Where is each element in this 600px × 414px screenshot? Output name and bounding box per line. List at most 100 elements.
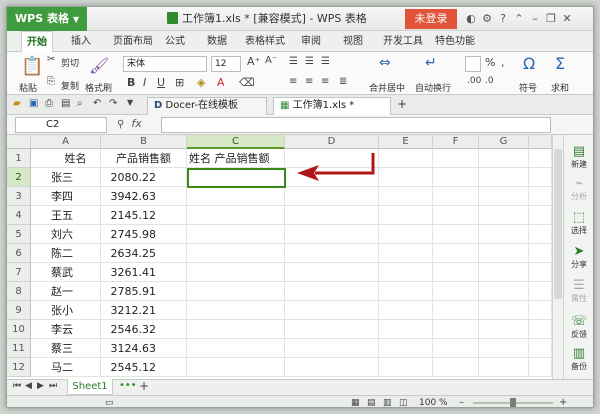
help-icon[interactable]: ? <box>495 7 511 31</box>
insert-function-button[interactable]: fx <box>131 117 141 130</box>
chevron-down-icon[interactable]: ▼ <box>127 98 133 107</box>
panel-backup[interactable]: ▥ 备份 <box>564 347 593 372</box>
comma-style-icon[interactable]: , <box>501 56 505 69</box>
wps-menu-button[interactable]: WPS 表格 ▼ <box>7 7 87 31</box>
align-bottom-icon[interactable]: ☰ <box>321 56 330 67</box>
folder-icon[interactable]: ▰ <box>13 98 21 109</box>
undo-icon[interactable]: ↶ <box>93 98 101 109</box>
tab-formulas[interactable]: 公式 <box>165 31 185 52</box>
tab-table-style[interactable]: 表格样式 <box>245 31 285 52</box>
print-preview-icon[interactable]: ▤ <box>61 98 70 109</box>
font-name-select[interactable]: 宋体 <box>123 56 207 72</box>
tab-special[interactable]: 特色功能 <box>435 31 475 52</box>
page-layout-view-icon[interactable]: ▤ <box>367 397 376 407</box>
tab-review[interactable]: 审阅 <box>301 31 321 52</box>
tab-home[interactable]: 开始 <box>21 31 53 53</box>
tab-insert[interactable]: 插入 <box>71 31 91 52</box>
decrease-decimal-icon[interactable]: .0 <box>485 76 494 86</box>
panel-share[interactable]: ➤ 分享 <box>564 245 593 270</box>
font-shrink-icon[interactable]: A⁻ <box>265 55 277 66</box>
merge-center-icon[interactable]: ⇔ <box>379 55 391 71</box>
increase-decimal-icon[interactable]: .00 <box>467 76 481 86</box>
number-format-select[interactable] <box>465 56 481 72</box>
italic-icon[interactable]: I <box>143 76 146 89</box>
close-icon[interactable]: ✕ <box>559 7 575 31</box>
symbol-button[interactable]: 符号 <box>519 81 537 94</box>
normal-view-icon[interactable]: ▦ <box>351 397 360 407</box>
redo-icon[interactable]: ↷ <box>109 98 117 109</box>
more-sheets-icon[interactable]: ••• <box>119 380 137 391</box>
sheet-tab-bar: ⏮ ◀ ▶ ⏭ Sheet1 ••• + <box>7 379 593 395</box>
last-sheet-icon[interactable]: ⏭ <box>49 381 57 391</box>
wrap-text-icon[interactable]: ↵ <box>425 55 437 71</box>
copy-button[interactable]: 复制 <box>61 79 79 92</box>
copy-icon: ⎘ <box>47 76 55 87</box>
merge-center-button[interactable]: 合并居中 <box>369 81 405 94</box>
fill-color-icon[interactable]: ◈ <box>197 76 205 89</box>
sum-button[interactable]: 求和 <box>551 81 569 94</box>
align-center-icon[interactable]: ≡ <box>305 76 313 87</box>
percent-icon[interactable]: % <box>485 56 495 69</box>
tab-docer[interactable]: D Docer-在线模板 <box>147 97 267 115</box>
first-sheet-icon[interactable]: ⏮ <box>13 381 21 391</box>
prev-sheet-icon[interactable]: ◀ <box>25 381 32 391</box>
vertical-scrollbar[interactable] <box>552 135 563 379</box>
page-break-view-icon[interactable]: ▥ <box>383 397 392 407</box>
scroll-thumb[interactable] <box>554 149 562 299</box>
font-grow-icon[interactable]: A⁺ <box>247 55 260 68</box>
ribbon-toggle-icon[interactable]: ⌃ <box>511 7 527 31</box>
zoom-in-icon[interactable]: + <box>559 396 567 407</box>
skin-icon[interactable]: ◐ <box>463 7 479 31</box>
justify-icon[interactable]: ≣ <box>339 76 347 87</box>
maximize-icon[interactable]: ❐ <box>543 7 559 31</box>
align-middle-icon[interactable]: ☰ <box>305 56 314 67</box>
border-icon[interactable]: ⊞ <box>175 76 184 89</box>
align-left-icon[interactable]: ≡ <box>289 76 297 87</box>
settings-icon[interactable]: ⚙ <box>479 7 495 31</box>
format-painter-icon[interactable]: 🖌 <box>89 56 109 75</box>
wrap-text-button[interactable]: 自动换行 <box>415 81 451 94</box>
cut-button[interactable]: 剪切 <box>61 56 79 69</box>
zoom-out-icon[interactable]: – <box>459 396 464 407</box>
font-color-icon[interactable]: A <box>217 76 225 89</box>
tab-view[interactable]: 视图 <box>343 31 363 52</box>
next-sheet-icon[interactable]: ▶ <box>37 381 44 391</box>
clear-format-icon[interactable]: ⌫ <box>239 76 255 89</box>
bold-icon[interactable]: B <box>127 76 135 89</box>
preview-icon[interactable]: ⌕ <box>77 98 83 109</box>
add-sheet-icon[interactable]: + <box>139 379 149 393</box>
formula-input[interactable] <box>161 117 551 133</box>
tab-workbook[interactable]: ▦ 工作簿1.xls * <box>273 97 391 115</box>
panel-feedback[interactable]: ☏ 反馈 <box>564 315 593 340</box>
zoom-formula-icon[interactable]: ⚲ <box>117 119 124 130</box>
panel-new[interactable]: ▤ 新建 <box>564 145 593 170</box>
minimize-icon[interactable]: – <box>527 7 543 31</box>
sum-icon[interactable]: Σ <box>555 54 565 73</box>
login-button[interactable]: 未登录 <box>405 9 457 29</box>
zoom-slider-thumb[interactable] <box>510 398 516 407</box>
reading-view-icon[interactable]: ◫ <box>399 397 408 407</box>
name-box[interactable]: C2 <box>15 117 107 133</box>
panel-select[interactable]: ⬚ 选择 <box>564 210 593 236</box>
new-tab-icon[interactable]: + <box>397 97 407 111</box>
format-painter-button[interactable]: 格式刷 <box>85 81 112 94</box>
symbol-icon[interactable]: Ω <box>523 54 535 73</box>
tab-workbook-label: 工作簿1.xls * <box>292 100 355 111</box>
align-top-icon[interactable]: ☰ <box>289 56 298 67</box>
tab-page-layout[interactable]: 页面布局 <box>113 31 153 52</box>
align-right-icon[interactable]: ≡ <box>321 76 329 87</box>
print-icon[interactable]: ⎙ <box>45 98 53 109</box>
paste-icon[interactable]: 📋 <box>21 56 43 77</box>
underline-icon[interactable]: U <box>157 76 165 89</box>
paste-button[interactable]: 粘贴 <box>19 81 37 94</box>
document-tabs: ▰ ▣ ⎙ ▤ ⌕ ↶ ↷ ▼ D Docer-在线模板 ▦ 工作簿1.xls … <box>7 95 593 115</box>
panel-properties[interactable]: ☰ 属性 <box>564 279 593 304</box>
select-icon: ⬚ <box>572 210 586 225</box>
font-size-select[interactable]: 12 <box>211 56 241 72</box>
tab-data[interactable]: 数据 <box>207 31 227 52</box>
tab-developer[interactable]: 开发工具 <box>383 31 423 52</box>
panel-analyze[interactable]: ⌁ 分析 <box>564 177 593 202</box>
save-icon[interactable]: ▣ <box>29 98 38 109</box>
sheet-tab-sheet1[interactable]: Sheet1 <box>67 379 113 395</box>
task-pane: ▤ 新建 ⌁ 分析 ⬚ 选择 ➤ 分享 ☰ 属性 ☏ 反馈 ▥ 备份 <box>563 135 593 379</box>
